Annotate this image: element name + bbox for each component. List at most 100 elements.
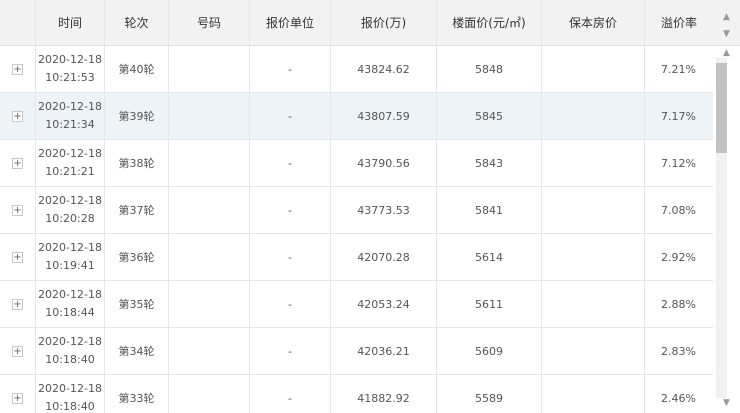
header-time[interactable]: 时间 — [36, 0, 105, 45]
floor-price-cell: 5841 — [437, 187, 542, 233]
table-row[interactable]: + 2020-12-18 10:21:53 第40轮 - 43824.62 584… — [0, 46, 713, 93]
time-text: 10:19:41 — [45, 259, 95, 272]
bidder-cell: - — [250, 281, 331, 327]
price-cell: 43824.62 — [331, 46, 437, 92]
time-text: 10:18:40 — [45, 353, 95, 366]
scroll-up-icon[interactable]: ▲ — [713, 48, 740, 58]
expand-icon[interactable]: + — [12, 298, 23, 310]
time-cell: 2020-12-18 10:19:41 — [36, 234, 105, 280]
breakeven-price-cell — [542, 140, 645, 186]
table-row[interactable]: + 2020-12-18 10:21:34 第39轮 - 43807.59 584… — [0, 93, 713, 140]
date-text: 2020-12-18 — [38, 241, 102, 254]
header-round[interactable]: 轮次 — [105, 0, 169, 45]
table-row[interactable]: + 2020-12-18 10:18:40 第33轮 - 41882.92 558… — [0, 375, 713, 413]
bidder-cell: - — [250, 140, 331, 186]
time-cell: 2020-12-18 10:18:44 — [36, 281, 105, 327]
table-body: + 2020-12-18 10:21:53 第40轮 - 43824.62 584… — [0, 46, 713, 413]
floor-price-cell: 5609 — [437, 328, 542, 374]
price-cell: 43807.59 — [331, 93, 437, 139]
price-cell: 43790.56 — [331, 140, 437, 186]
bidder-cell: - — [250, 187, 331, 233]
vertical-scrollbar[interactable]: ▲ ▼ ▲ ▼ — [713, 0, 740, 413]
expand-icon[interactable]: + — [12, 392, 23, 404]
expand-icon[interactable]: + — [12, 63, 23, 75]
table-row[interactable]: + 2020-12-18 10:18:44 第35轮 - 42053.24 561… — [0, 281, 713, 328]
time-cell: 2020-12-18 10:20:28 — [36, 187, 105, 233]
header-floor-price[interactable]: 楼面价(元/㎡) — [437, 0, 542, 45]
time-cell: 2020-12-18 10:21:34 — [36, 93, 105, 139]
time-cell: 2020-12-18 10:21:53 — [36, 46, 105, 92]
expand-icon[interactable]: + — [12, 345, 23, 357]
table-row[interactable]: + 2020-12-18 10:20:28 第37轮 - 43773.53 584… — [0, 187, 713, 234]
bidder-cell: - — [250, 234, 331, 280]
table-row[interactable]: + 2020-12-18 10:21:21 第38轮 - 43790.56 584… — [0, 140, 713, 187]
price-cell: 42036.21 — [331, 328, 437, 374]
number-cell — [169, 46, 250, 92]
premium-rate-cell: 2.83% — [661, 344, 696, 358]
time-cell: 2020-12-18 10:18:40 — [36, 375, 105, 413]
date-text: 2020-12-18 — [38, 53, 102, 66]
number-cell — [169, 234, 250, 280]
bidder-cell: - — [250, 93, 331, 139]
bidder-cell: - — [250, 328, 331, 374]
time-text: 10:21:21 — [45, 165, 95, 178]
floor-price-cell: 5611 — [437, 281, 542, 327]
expand-icon[interactable]: + — [12, 110, 23, 122]
time-text: 10:20:28 — [45, 212, 95, 225]
premium-rate-cell: 2.92% — [661, 250, 696, 264]
premium-rate-cell: 7.08% — [661, 203, 696, 217]
premium-rate-cell: 7.12% — [661, 156, 696, 170]
header-premium-rate[interactable]: 溢价率 — [645, 0, 713, 45]
breakeven-price-cell — [542, 375, 645, 413]
number-cell — [169, 281, 250, 327]
floor-price-cell: 5845 — [437, 93, 542, 139]
breakeven-price-cell — [542, 187, 645, 233]
header-bidder[interactable]: 报价单位 — [250, 0, 331, 45]
header-price[interactable]: 报价(万) — [331, 0, 437, 45]
time-text: 10:21:53 — [45, 71, 95, 84]
round-cell: 第36轮 — [105, 234, 169, 280]
breakeven-price-cell — [542, 93, 645, 139]
price-cell: 42053.24 — [331, 281, 437, 327]
bid-history-table: 时间 轮次 号码 报价单位 报价(万) 楼面价(元/㎡) 保本房价 溢价率 + … — [0, 0, 740, 413]
table-row[interactable]: + 2020-12-18 10:19:41 第36轮 - 42070.28 561… — [0, 234, 713, 281]
time-text: 10:21:34 — [45, 118, 95, 131]
header-expand — [0, 0, 36, 45]
premium-rate-cell: 7.21% — [661, 62, 696, 76]
header-scroll-up-icon[interactable]: ▲ — [713, 12, 740, 22]
breakeven-price-cell — [542, 281, 645, 327]
table-row[interactable]: + 2020-12-18 10:18:40 第34轮 - 42036.21 560… — [0, 328, 713, 375]
floor-price-cell: 5848 — [437, 46, 542, 92]
round-cell: 第40轮 — [105, 46, 169, 92]
time-cell: 2020-12-18 10:18:40 — [36, 328, 105, 374]
expand-icon[interactable]: + — [12, 204, 23, 216]
scroll-down-icon[interactable]: ▼ — [713, 398, 740, 408]
premium-rate-cell: 2.88% — [661, 297, 696, 311]
scroll-thumb[interactable] — [716, 63, 727, 153]
time-text: 10:18:44 — [45, 306, 95, 319]
date-text: 2020-12-18 — [38, 194, 102, 207]
round-cell: 第39轮 — [105, 93, 169, 139]
round-cell: 第34轮 — [105, 328, 169, 374]
round-cell: 第35轮 — [105, 281, 169, 327]
floor-price-cell: 5614 — [437, 234, 542, 280]
date-text: 2020-12-18 — [38, 100, 102, 113]
header-number[interactable]: 号码 — [169, 0, 250, 45]
bidder-cell: - — [250, 46, 331, 92]
time-text: 10:18:40 — [45, 400, 95, 413]
premium-rate-cell: 7.17% — [661, 109, 696, 123]
expand-icon[interactable]: + — [12, 251, 23, 263]
round-cell: 第33轮 — [105, 375, 169, 413]
premium-rate-cell: 2.46% — [661, 391, 696, 405]
round-cell: 第38轮 — [105, 140, 169, 186]
date-text: 2020-12-18 — [38, 382, 102, 395]
expand-icon[interactable]: + — [12, 157, 23, 169]
header-scroll-area — [713, 0, 740, 46]
number-cell — [169, 375, 250, 413]
header-scroll-down-icon[interactable]: ▼ — [713, 29, 740, 39]
round-cell: 第37轮 — [105, 187, 169, 233]
date-text: 2020-12-18 — [38, 147, 102, 160]
header-breakeven-price[interactable]: 保本房价 — [542, 0, 645, 45]
date-text: 2020-12-18 — [38, 288, 102, 301]
number-cell — [169, 328, 250, 374]
